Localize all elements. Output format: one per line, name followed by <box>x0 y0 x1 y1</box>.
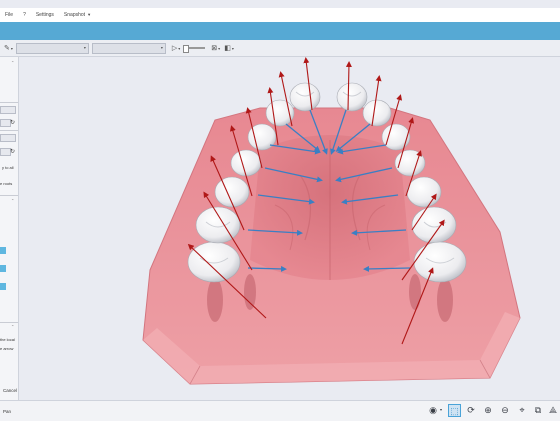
left-panel: ⌃ ↻ ↻ y to all e roots ⌃ ⌃ the local e a… <box>0 57 19 400</box>
cancel-button[interactable]: Cancel <box>3 388 17 393</box>
apply-all-text: y to all <box>2 165 14 170</box>
crosshair-icon[interactable]: ⌖ <box>516 404 528 416</box>
menu-snapshot[interactable]: Snapshot ▼ <box>64 12 91 18</box>
tool-tile-3[interactable] <box>0 283 6 290</box>
divider <box>0 130 18 131</box>
menu-bar: File ? Settings Snapshot ▼ <box>0 8 560 22</box>
panel-icon[interactable]: ◧ <box>224 44 231 52</box>
pen-icon[interactable]: ✎ <box>4 44 10 52</box>
chevron-down-icon[interactable]: ▾ <box>178 46 180 51</box>
mode-label: Pan <box>3 409 12 414</box>
menu-snapshot-label: Snapshot <box>63 12 86 18</box>
toolbar: ✎ ▾ ▾ ▾ ▷ ▾ ⊠ ▾ ◧ ▾ <box>0 40 560 57</box>
roots-text: e roots <box>0 181 13 186</box>
chevron-down-icon: ▾ <box>160 44 163 50</box>
reset-icon[interactable]: ↻ <box>10 119 15 126</box>
chevron-up-icon[interactable]: ⌃ <box>11 324 14 329</box>
menu-help[interactable]: ? <box>23 12 26 18</box>
chevron-down-icon: ▾ <box>83 44 86 50</box>
chevron-down-icon[interactable]: ▾ <box>438 404 444 416</box>
tool-tile-1[interactable] <box>0 247 6 254</box>
chevron-down-icon[interactable]: ▾ <box>218 46 220 51</box>
arrow-text: e arrow <box>0 346 14 351</box>
frame-icon[interactable]: ⧉ <box>532 404 544 416</box>
play-icon[interactable]: ▷ <box>172 44 177 52</box>
ribbon-band <box>0 22 560 40</box>
divider <box>0 195 18 196</box>
divider <box>0 102 18 103</box>
playback-slider[interactable] <box>183 45 206 53</box>
divider <box>0 322 18 323</box>
chevron-up-icon[interactable]: ⌃ <box>11 198 14 203</box>
layers-icon[interactable]: ⊠ <box>211 44 217 52</box>
chevron-down-icon: ▼ <box>87 12 92 17</box>
zoom-out-icon[interactable]: ⊖ <box>499 404 511 416</box>
tool-tile-2[interactable] <box>0 265 6 272</box>
zoom-in-icon[interactable]: ⊕ <box>482 404 494 416</box>
local-text: the local <box>0 337 15 342</box>
menu-file[interactable]: File <box>5 12 13 18</box>
reset-icon[interactable]: ↻ <box>10 148 15 155</box>
rotate-icon[interactable]: ⟳ <box>465 404 477 416</box>
panel-dropdown-2[interactable] <box>0 134 16 142</box>
select-mode-icon[interactable]: ⬚ <box>448 404 461 417</box>
view-3d-icon[interactable]: ⟁ <box>547 404 559 416</box>
menu-settings[interactable]: Settings <box>36 12 54 18</box>
chevron-up-icon[interactable]: ⌃ <box>11 60 14 65</box>
chevron-down-icon[interactable]: ▾ <box>11 46 13 51</box>
dropdown-1[interactable]: ▾ <box>15 42 89 54</box>
viewport-3d[interactable] <box>19 57 560 400</box>
dental-model-view[interactable] <box>19 57 560 400</box>
slider-knob[interactable] <box>183 45 190 53</box>
dropdown-2[interactable]: ▾ <box>91 42 166 54</box>
panel-dropdown-1[interactable] <box>0 106 16 114</box>
chevron-down-icon[interactable]: ▾ <box>232 46 234 51</box>
